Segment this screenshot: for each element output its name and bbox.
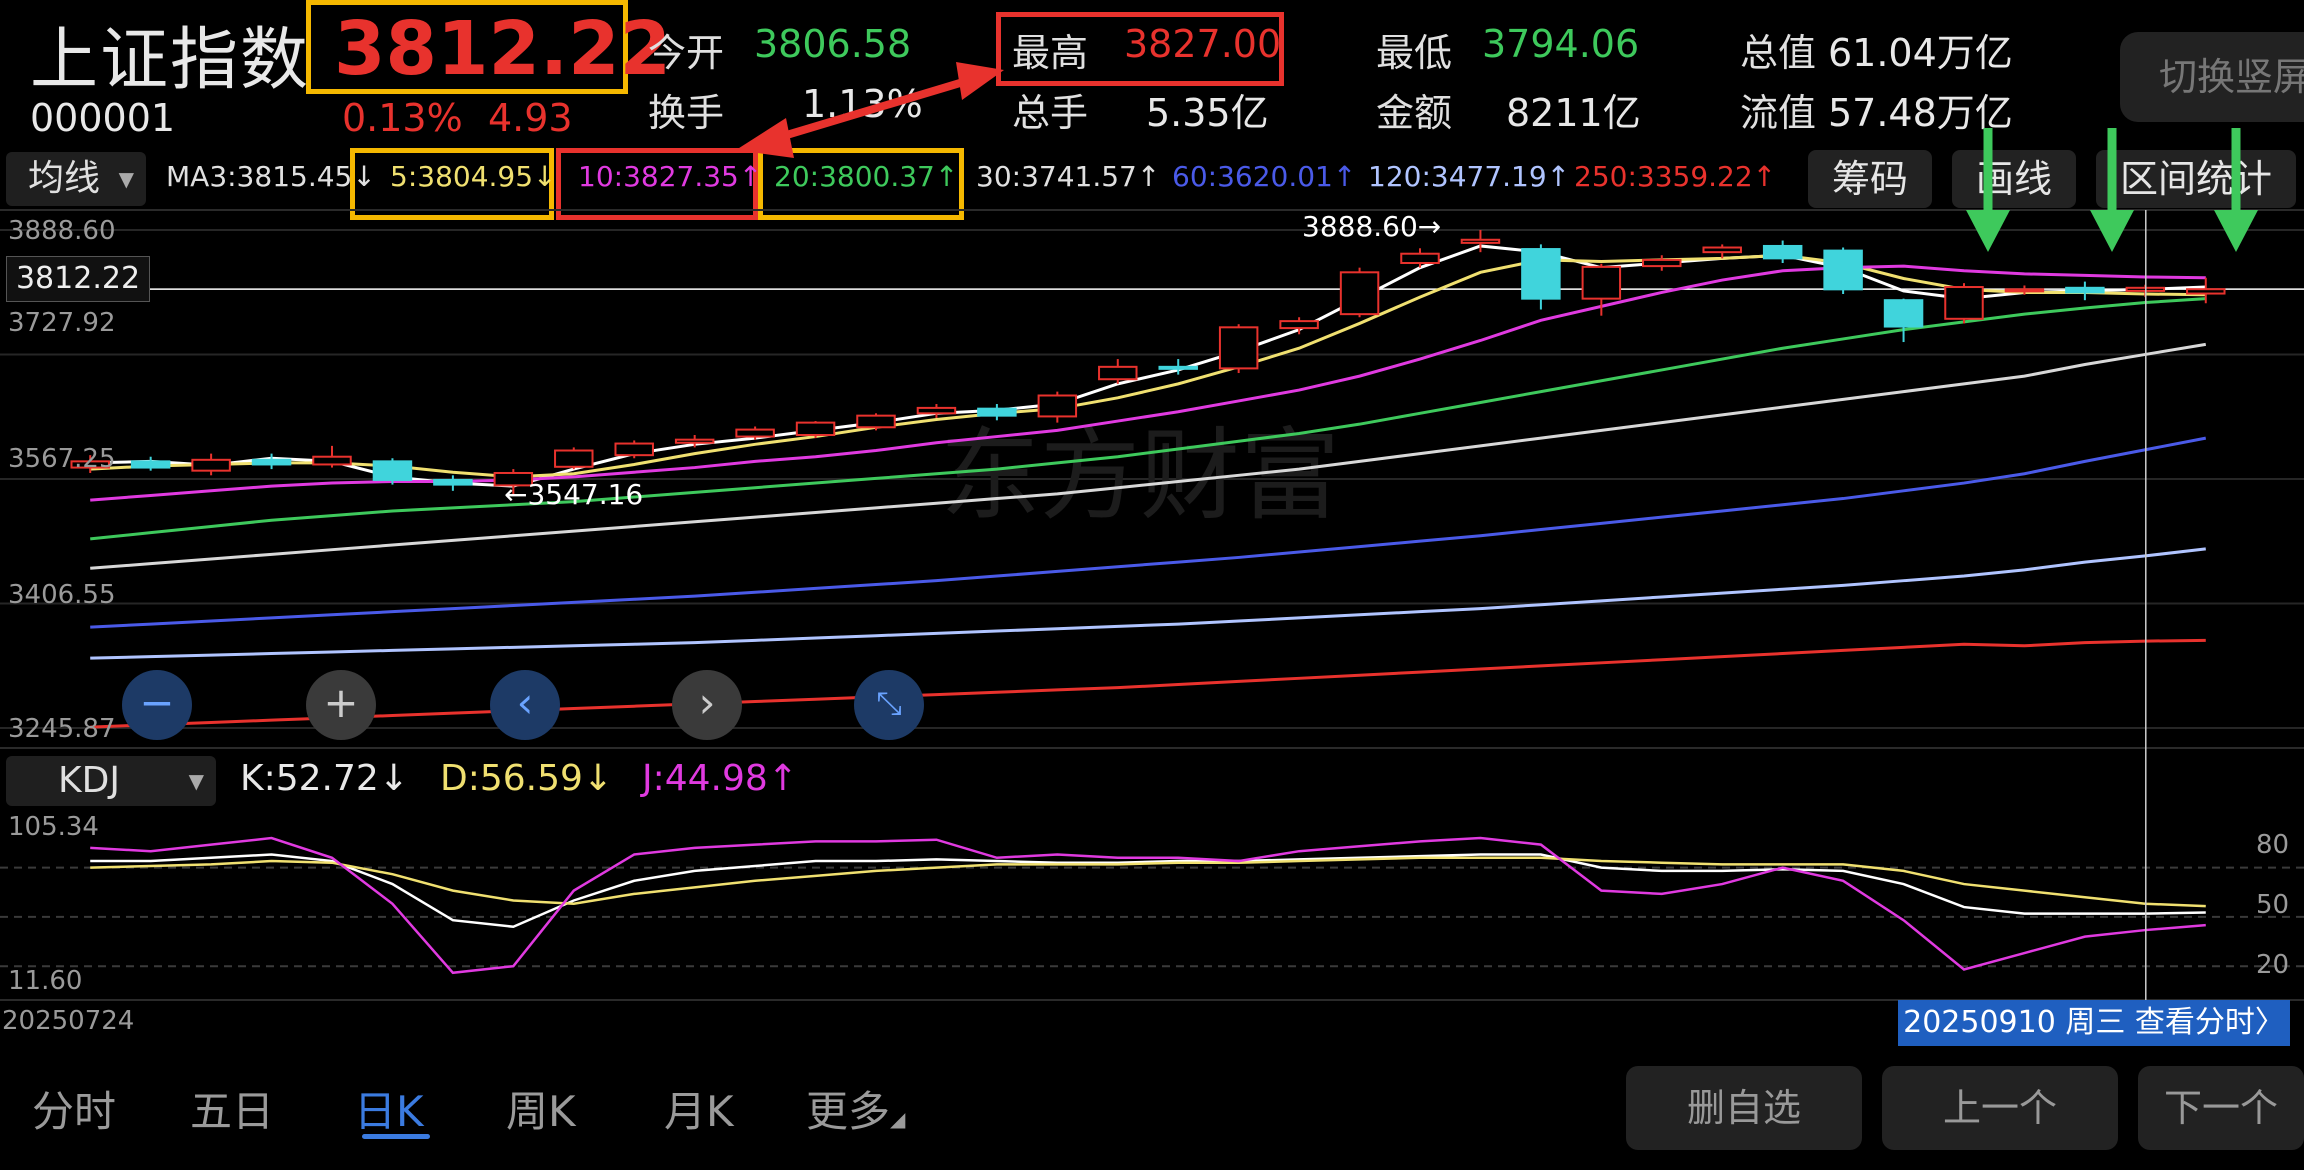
candle-body bbox=[795, 421, 836, 437]
plus-icon: + bbox=[323, 678, 359, 727]
tab-more-label: 更多 bbox=[806, 1087, 891, 1136]
candle-body bbox=[1279, 320, 1319, 330]
candle-body bbox=[433, 478, 473, 486]
candle-body bbox=[916, 406, 957, 415]
kdj-d-value: D:56.59↓ bbox=[440, 758, 614, 799]
high-annotation: 3888.60→ bbox=[1302, 210, 1442, 243]
candle-body bbox=[1944, 286, 1984, 320]
red-arrow-shaft bbox=[768, 76, 972, 144]
candle-body bbox=[2004, 288, 2045, 293]
candle-body bbox=[372, 460, 413, 481]
candle-body bbox=[1702, 246, 1742, 254]
scroll-right-button[interactable]: › bbox=[672, 670, 742, 740]
candle-body bbox=[735, 428, 775, 438]
previous-button[interactable]: 上一个 bbox=[1882, 1066, 2118, 1150]
kline-chart[interactable]: 东方财富 bbox=[0, 0, 2304, 1050]
corner-arrow-icon: ◢ bbox=[890, 1107, 906, 1131]
candle-body bbox=[312, 455, 352, 466]
chevron-left-icon: ‹ bbox=[516, 678, 534, 727]
candle-body bbox=[1642, 258, 1682, 268]
next-button[interactable]: 下一个 bbox=[2138, 1066, 2304, 1150]
candle-body bbox=[1460, 238, 1501, 244]
kdj-y-top: 105.34 bbox=[8, 812, 99, 842]
y-label-4: 3406.55 bbox=[8, 580, 116, 610]
candle-body bbox=[977, 407, 1017, 417]
candle-body bbox=[1339, 271, 1380, 316]
candle-body bbox=[1218, 326, 1259, 370]
candle-body bbox=[2065, 286, 2105, 294]
caret-down-icon: ▼ bbox=[188, 769, 204, 793]
kdj-y-bottom: 11.60 bbox=[8, 966, 83, 996]
candle-body bbox=[554, 449, 594, 468]
red-arrow-head-left bbox=[736, 118, 794, 158]
candle-body bbox=[1521, 248, 1561, 300]
y-label-2: 3727.92 bbox=[8, 308, 116, 338]
tab-daily-k[interactable]: 日K bbox=[354, 1078, 424, 1139]
candle-body bbox=[856, 414, 896, 429]
kdj-level-80: 80 bbox=[2256, 830, 2290, 860]
chevron-right-icon: › bbox=[698, 678, 716, 727]
kdj-level-50: 50 bbox=[2256, 890, 2290, 920]
current-price-tag: 3812.22 bbox=[6, 256, 150, 302]
candle-body bbox=[191, 458, 231, 472]
candle-body bbox=[614, 442, 654, 457]
candle-body bbox=[2186, 288, 2226, 295]
view-intraday-button[interactable]: 20250910 周三 查看分时〉 bbox=[1898, 1000, 2290, 1046]
tab-five-day[interactable]: 五日 bbox=[190, 1078, 274, 1139]
green-arrow-icon bbox=[2090, 128, 2134, 252]
sub-indicator-selector[interactable]: KDJ ▼ bbox=[6, 756, 216, 806]
y-label-bottom: 3245.87 bbox=[8, 714, 116, 744]
tab-monthly-k[interactable]: 月K bbox=[664, 1078, 734, 1139]
minus-icon: − bbox=[139, 678, 175, 727]
kdj-line-j bbox=[90, 836, 2206, 975]
remove-watchlist-button[interactable]: 删自选 bbox=[1626, 1066, 1862, 1150]
candle-body bbox=[1400, 252, 1440, 265]
candle-body bbox=[674, 438, 715, 444]
green-arrow-icon bbox=[1966, 128, 2010, 252]
tab-more[interactable]: 更多◢ bbox=[806, 1078, 905, 1139]
candle-body bbox=[251, 458, 292, 466]
candle-body bbox=[1158, 365, 1198, 370]
candle-body bbox=[1581, 265, 1622, 300]
start-date: 20250724 bbox=[2, 1006, 135, 1036]
red-double-arrow-icon bbox=[736, 62, 1004, 158]
candle-body bbox=[1098, 365, 1138, 381]
active-tab-underline bbox=[362, 1134, 430, 1139]
kdj-level-20: 20 bbox=[2256, 950, 2290, 980]
sub-indicator-label: KDJ bbox=[58, 760, 120, 801]
tab-weekly-k[interactable]: 周K bbox=[506, 1078, 576, 1139]
candle-body bbox=[1883, 299, 1924, 328]
candle-body bbox=[1823, 249, 1863, 291]
zoom-in-button[interactable]: + bbox=[306, 670, 376, 740]
ma-line-ma250 bbox=[90, 638, 2206, 729]
candle-body bbox=[1762, 244, 1803, 260]
candle-body bbox=[130, 460, 171, 469]
red-arrow-head-right bbox=[956, 62, 1004, 100]
kdj-j-value: J:44.98↑ bbox=[642, 758, 798, 799]
tab-intraday[interactable]: 分时 bbox=[32, 1078, 116, 1139]
scroll-left-button[interactable]: ‹ bbox=[490, 670, 560, 740]
collapse-icon: ⤡ bbox=[876, 684, 902, 722]
reset-zoom-button[interactable]: ⤡ bbox=[854, 670, 924, 740]
zoom-out-button[interactable]: − bbox=[122, 670, 192, 740]
low-annotation: ←3547.16 bbox=[504, 478, 644, 511]
y-label-top: 3888.60 bbox=[8, 216, 116, 246]
candle-body bbox=[1037, 394, 1078, 418]
y-label-3: 3567.25 bbox=[8, 444, 116, 474]
green-arrow-icon bbox=[2214, 128, 2258, 252]
kdj-k-value: K:52.72↓ bbox=[240, 758, 409, 799]
